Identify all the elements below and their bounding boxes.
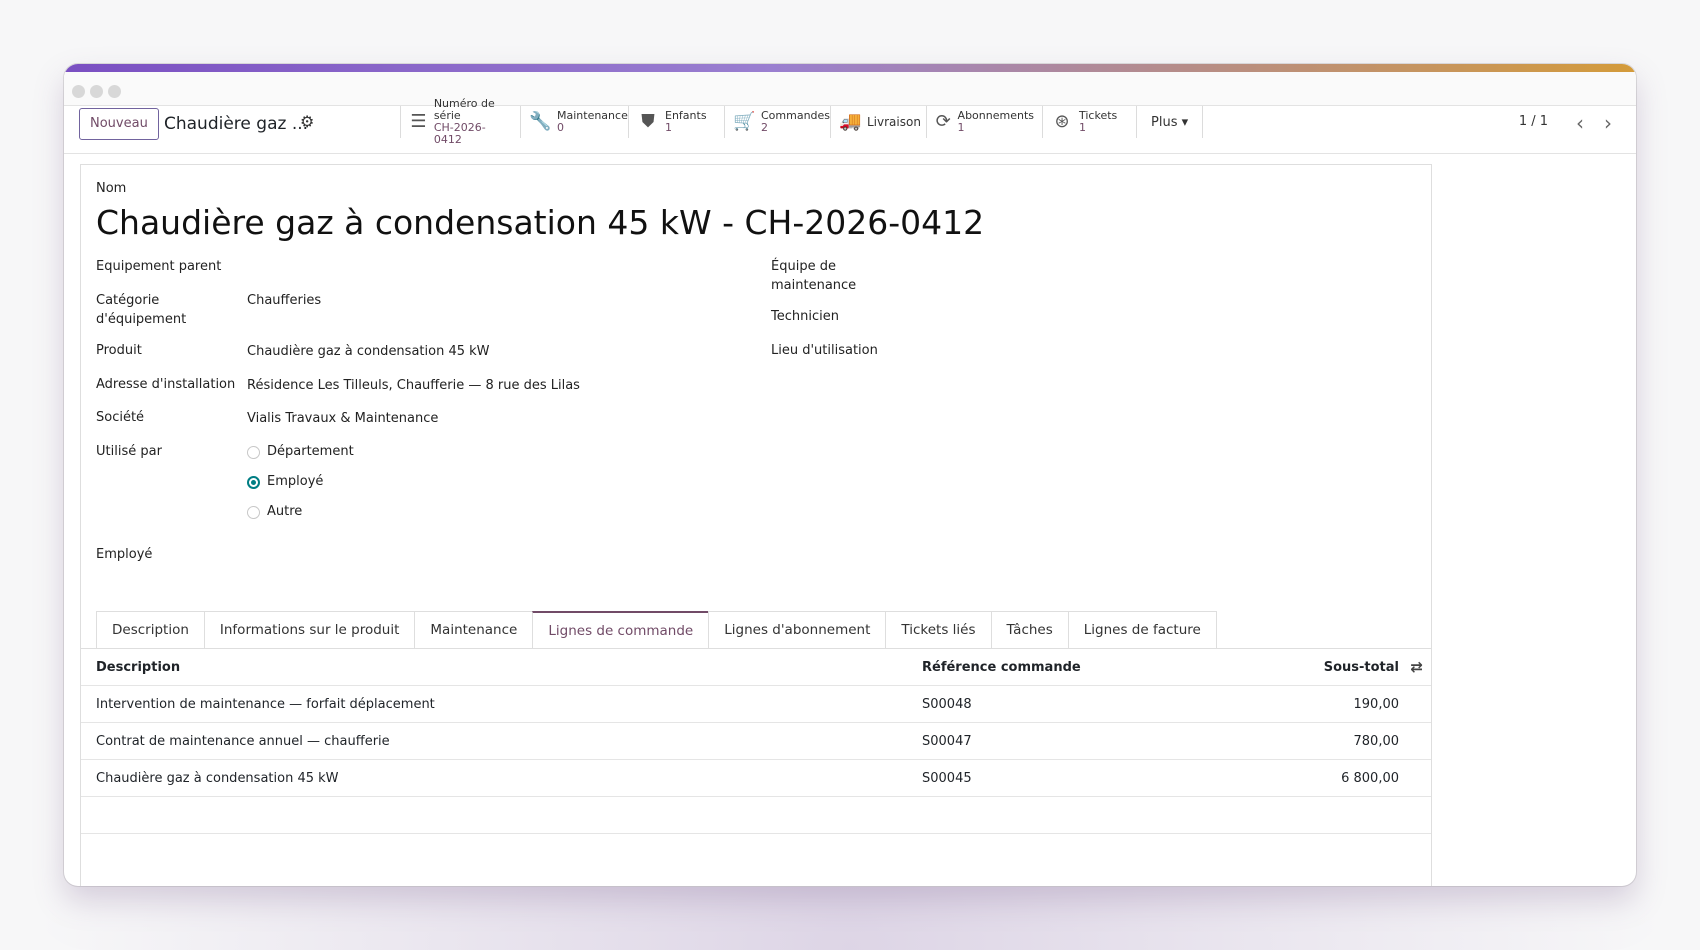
header-description[interactable]: Description xyxy=(96,659,180,676)
smart-button-text: Tickets 1 xyxy=(1079,110,1117,134)
cell-subtotal: 6 800,00 xyxy=(1341,771,1399,786)
breadcrumb[interactable]: Chaudière gaz ... xyxy=(164,114,308,134)
smart-button-wrench[interactable]: 🔧 Maintenance 0 xyxy=(521,106,629,138)
smart-button-cart[interactable]: 🛒 Commandes 2 xyxy=(725,106,831,138)
truck-icon: 🚚 xyxy=(839,111,862,132)
header-subtotal[interactable]: Sous-total xyxy=(1324,659,1399,676)
smart-button-truck[interactable]: 🚚 Livraison xyxy=(831,106,927,138)
chevron-right-icon[interactable]: › xyxy=(1604,111,1612,135)
cell-reference: S00045 xyxy=(922,771,972,786)
tab-maintenance[interactable]: Maintenance xyxy=(414,611,533,649)
tab-tâches[interactable]: Tâches xyxy=(990,611,1068,649)
location-label: Lieu d'utilisation xyxy=(771,343,878,358)
cart-icon: 🛒 xyxy=(733,111,756,132)
empty-row xyxy=(81,797,1431,834)
form-sheet: Nom Chaudière gaz à condensation 45 kW -… xyxy=(80,164,1432,886)
install-address-label: Adresse d'installation xyxy=(96,377,236,392)
smart-button-text: Enfants 1 xyxy=(665,110,707,134)
name-label: Nom xyxy=(96,181,127,196)
tab-description[interactable]: Description xyxy=(96,611,204,649)
tab-informations-sur-le-produit[interactable]: Informations sur le produit xyxy=(203,611,415,649)
install-address-field[interactable]: Résidence Les Tilleuls, Chaufferie — 8 r… xyxy=(247,376,580,395)
cell-subtotal: 780,00 xyxy=(1353,734,1400,749)
smart-button-count: 2 xyxy=(761,121,768,134)
category-field[interactable]: Chaufferies xyxy=(247,291,321,310)
company-field[interactable]: Vialis Travaux & Maintenance xyxy=(247,409,438,428)
radio-employee-label[interactable]: Employé xyxy=(267,472,323,491)
list-icon: ☰ xyxy=(410,111,427,132)
parent-equipment-label: Equipement parent xyxy=(96,259,222,274)
column-settings-icon[interactable]: ⇄ xyxy=(1410,658,1423,676)
smart-button-label: Livraison xyxy=(867,115,921,129)
table-body: Intervention de maintenance — forfait dé… xyxy=(81,686,1431,797)
employee-label: Employé xyxy=(96,547,153,562)
tab-lignes-de-facture[interactable]: Lignes de facture xyxy=(1067,611,1217,649)
cell-description: Intervention de maintenance — forfait dé… xyxy=(96,697,435,712)
order-lines-table: Description Référence commande Sous-tota… xyxy=(81,649,1431,834)
smart-button-count: 0 xyxy=(557,121,564,134)
smart-button-text: Abonnements 1 xyxy=(958,110,1034,134)
cell-description: Contrat de maintenance annuel — chauffer… xyxy=(96,734,390,749)
wrench-icon: 🔧 xyxy=(529,111,552,132)
chevron-left-icon[interactable]: ‹ xyxy=(1576,111,1584,135)
app-window: Nouveau Chaudière gaz ... ⚙ ☰ Numéro de s… xyxy=(64,64,1636,886)
pager-value[interactable]: 1 / 1 xyxy=(1519,114,1548,129)
more-button[interactable]: Plus ▾ xyxy=(1137,106,1203,138)
smart-button-text: Numéro de série CH-2026-0412 xyxy=(434,98,512,146)
title-bar xyxy=(64,72,1636,106)
smart-button-label: Commandes xyxy=(761,109,831,122)
lifebuoy-icon: ⊛ xyxy=(1054,111,1070,132)
smart-button-label: Numéro de série xyxy=(433,97,495,122)
smart-button-text: Livraison xyxy=(867,116,921,128)
table-row[interactable]: Contrat de maintenance annuel — chauffer… xyxy=(81,723,1431,760)
radio-other[interactable] xyxy=(247,506,260,519)
smart-button-text: Commandes 2 xyxy=(761,110,830,134)
smart-button-label: Abonnements xyxy=(957,109,1034,122)
cell-subtotal: 190,00 xyxy=(1353,697,1400,712)
refresh-icon: ⟳ xyxy=(935,111,951,132)
smart-buttons-bar: ☰ Numéro de série CH-2026-0412 🔧 Maintenance… xyxy=(400,98,1204,146)
maintenance-team-label: Équipe de maintenance xyxy=(771,259,857,293)
header-reference[interactable]: Référence commande xyxy=(922,659,1081,676)
smart-button-lifebuoy[interactable]: ⊛ Tickets 1 xyxy=(1043,106,1137,138)
cell-description: Chaudière gaz à condensation 45 kW xyxy=(96,771,339,786)
used-by-label: Utilisé par xyxy=(96,444,162,459)
new-button[interactable]: Nouveau xyxy=(79,108,159,140)
smart-button-count: 1 xyxy=(665,121,672,134)
smart-button-sitemap[interactable]: ⛊ Enfants 1 xyxy=(629,106,725,138)
smart-button-refresh[interactable]: ⟳ Abonnements 1 xyxy=(927,106,1043,138)
record-name-field[interactable]: Chaudière gaz à condensation 45 kW - CH-… xyxy=(96,203,984,242)
cell-reference: S00048 xyxy=(922,697,972,712)
tab-lignes-de-commande[interactable]: Lignes de commande xyxy=(532,611,709,649)
control-panel: Nouveau Chaudière gaz ... ⚙ ☰ Numéro de s… xyxy=(64,98,1636,154)
window-control-close[interactable] xyxy=(72,85,85,98)
tab-lignes-d-abonnement[interactable]: Lignes d'abonnement xyxy=(708,611,886,649)
smart-button-label: Maintenance xyxy=(557,109,628,122)
radio-department-label[interactable]: Département xyxy=(267,442,354,461)
smart-button-text: Maintenance 0 xyxy=(557,110,628,134)
window-control-maximize[interactable] xyxy=(108,85,121,98)
company-label: Société xyxy=(96,410,145,425)
sitemap-icon: ⛊ xyxy=(641,111,655,132)
technician-label: Technicien xyxy=(771,309,839,324)
product-label: Produit xyxy=(96,343,142,358)
tab-tickets-liés[interactable]: Tickets liés xyxy=(885,611,991,649)
radio-other-label[interactable]: Autre xyxy=(267,502,302,521)
cell-reference: S00047 xyxy=(922,734,972,749)
window-control-minimize[interactable] xyxy=(90,85,103,98)
smart-button-count: 1 xyxy=(957,121,965,134)
product-field[interactable]: Chaudière gaz à condensation 45 kW xyxy=(247,342,490,361)
category-label: Catégorie d'équipement xyxy=(96,293,187,327)
radio-department[interactable] xyxy=(247,446,260,459)
smart-button-count: 1 xyxy=(1079,121,1086,134)
accent-bar xyxy=(64,64,1636,72)
gear-icon[interactable]: ⚙ xyxy=(300,112,314,131)
table-row[interactable]: Chaudière gaz à condensation 45 kW S00045… xyxy=(81,760,1431,797)
radio-employee[interactable] xyxy=(247,476,260,489)
smart-button-list[interactable]: ☰ Numéro de série CH-2026-0412 xyxy=(401,98,521,146)
table-header-row: Description Référence commande Sous-tota… xyxy=(81,649,1431,686)
table-row[interactable]: Intervention de maintenance — forfait dé… xyxy=(81,686,1431,723)
notebook-tabs: Description Informations sur le produit Ma… xyxy=(96,611,1217,649)
smart-button-count: CH-2026-0412 xyxy=(433,121,486,146)
